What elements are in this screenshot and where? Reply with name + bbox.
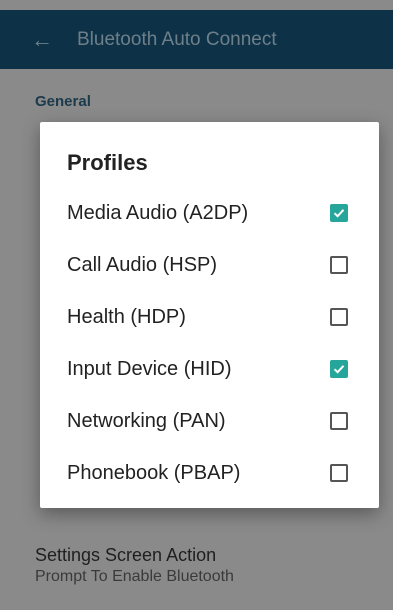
profile-checkbox[interactable] [330, 412, 348, 430]
profile-option-hid[interactable]: Input Device (HID) [40, 343, 379, 395]
profile-label: Phonebook (PBAP) [67, 461, 241, 484]
profile-checkbox[interactable] [330, 360, 348, 378]
profile-option-hsp[interactable]: Call Audio (HSP) [40, 239, 379, 291]
profile-checkbox[interactable] [330, 204, 348, 222]
profiles-dialog: Profiles Media Audio (A2DP) Call Audio (… [40, 122, 379, 508]
settings-item-title: Settings Screen Action [35, 545, 217, 565]
settings-item-screen-action[interactable]: Settings Screen Action Prompt To Enable … [35, 545, 234, 586]
app-title: Bluetooth Auto Connect [77, 28, 277, 50]
profile-option-pan[interactable]: Networking (PAN) [40, 395, 379, 447]
checkmark-icon [333, 365, 345, 374]
section-header-general: General [35, 93, 91, 110]
profile-checkbox[interactable] [330, 308, 348, 326]
profile-label: Health (HDP) [67, 305, 186, 328]
profile-label: Networking (PAN) [67, 409, 226, 432]
profile-option-hdp[interactable]: Health (HDP) [40, 291, 379, 343]
checkmark-icon [333, 209, 345, 218]
profile-label: Input Device (HID) [67, 357, 232, 380]
settings-item-subtitle: Prompt To Enable Bluetooth [35, 568, 234, 585]
profile-option-a2dp[interactable]: Media Audio (A2DP) [40, 187, 379, 239]
app-bar: ← Bluetooth Auto Connect [0, 10, 393, 69]
back-arrow-icon[interactable]: ← [31, 28, 53, 51]
profile-option-pbap[interactable]: Phonebook (PBAP) [40, 447, 379, 499]
profile-checkbox[interactable] [330, 256, 348, 274]
profile-checkbox[interactable] [330, 464, 348, 482]
dialog-title: Profiles [67, 150, 148, 175]
profile-label: Media Audio (A2DP) [67, 201, 249, 224]
profile-label: Call Audio (HSP) [67, 253, 218, 276]
